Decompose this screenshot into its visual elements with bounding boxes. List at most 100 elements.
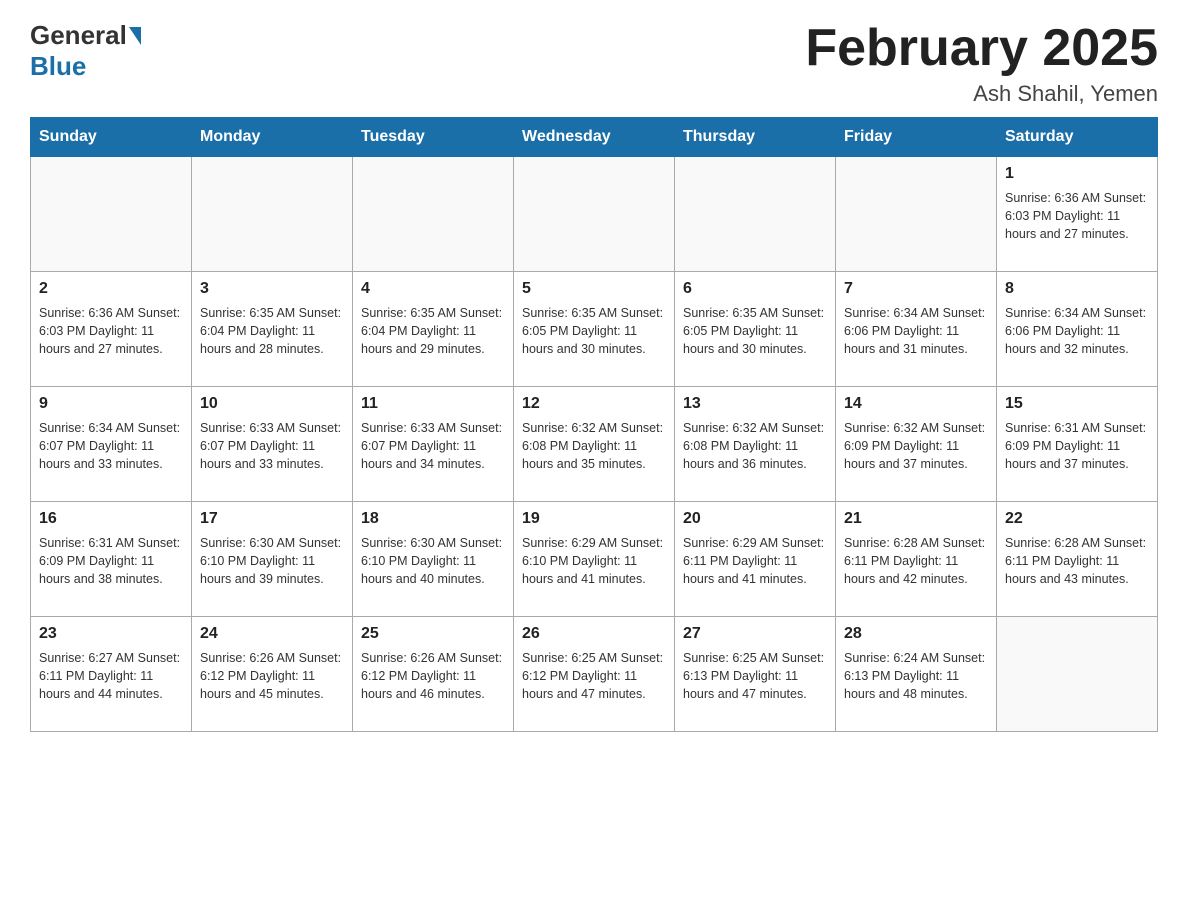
day-info: Sunrise: 6:29 AM Sunset: 6:11 PM Dayligh… — [683, 534, 827, 588]
calendar-cell — [31, 157, 192, 272]
weekday-header-thursday: Thursday — [675, 118, 836, 157]
calendar-cell: 18 Sunrise: 6:30 AM Sunset: 6:10 PM Dayli… — [353, 502, 514, 617]
calendar-cell: 10 Sunrise: 6:33 AM Sunset: 6:07 PM Dayli… — [192, 387, 353, 502]
day-number: 15 — [1005, 393, 1149, 415]
weekday-header-saturday: Saturday — [997, 118, 1158, 157]
day-info: Sunrise: 6:32 AM Sunset: 6:08 PM Dayligh… — [683, 419, 827, 473]
day-info: Sunrise: 6:33 AM Sunset: 6:07 PM Dayligh… — [200, 419, 344, 473]
day-number: 26 — [522, 623, 666, 645]
calendar-cell — [353, 157, 514, 272]
calendar-week-3: 9 Sunrise: 6:34 AM Sunset: 6:07 PM Daylig… — [31, 387, 1158, 502]
day-info: Sunrise: 6:26 AM Sunset: 6:12 PM Dayligh… — [200, 649, 344, 703]
day-info: Sunrise: 6:34 AM Sunset: 6:06 PM Dayligh… — [844, 304, 988, 358]
day-number: 2 — [39, 278, 183, 300]
day-number: 14 — [844, 393, 988, 415]
location-label: Ash Shahil, Yemen — [805, 81, 1158, 107]
weekday-header-sunday: Sunday — [31, 118, 192, 157]
day-number: 27 — [683, 623, 827, 645]
day-number: 24 — [200, 623, 344, 645]
day-number: 23 — [39, 623, 183, 645]
day-number: 20 — [683, 508, 827, 530]
day-number: 3 — [200, 278, 344, 300]
day-info: Sunrise: 6:35 AM Sunset: 6:05 PM Dayligh… — [683, 304, 827, 358]
calendar-cell: 20 Sunrise: 6:29 AM Sunset: 6:11 PM Dayli… — [675, 502, 836, 617]
calendar-cell: 13 Sunrise: 6:32 AM Sunset: 6:08 PM Dayli… — [675, 387, 836, 502]
calendar-cell: 6 Sunrise: 6:35 AM Sunset: 6:05 PM Daylig… — [675, 272, 836, 387]
day-number: 10 — [200, 393, 344, 415]
calendar-table: SundayMondayTuesdayWednesdayThursdayFrid… — [30, 117, 1158, 732]
calendar-cell: 22 Sunrise: 6:28 AM Sunset: 6:11 PM Dayli… — [997, 502, 1158, 617]
day-info: Sunrise: 6:26 AM Sunset: 6:12 PM Dayligh… — [361, 649, 505, 703]
day-number: 12 — [522, 393, 666, 415]
day-info: Sunrise: 6:34 AM Sunset: 6:07 PM Dayligh… — [39, 419, 183, 473]
calendar-cell: 26 Sunrise: 6:25 AM Sunset: 6:12 PM Dayli… — [514, 617, 675, 732]
day-number: 25 — [361, 623, 505, 645]
day-number: 18 — [361, 508, 505, 530]
logo-arrow-icon — [129, 27, 141, 45]
calendar-cell: 5Sunrise: 6:35 AM Sunset: 6:05 PM Daylig… — [514, 272, 675, 387]
day-number: 21 — [844, 508, 988, 530]
calendar-cell — [192, 157, 353, 272]
calendar-cell: 9 Sunrise: 6:34 AM Sunset: 6:07 PM Daylig… — [31, 387, 192, 502]
calendar-cell: 11 Sunrise: 6:33 AM Sunset: 6:07 PM Dayli… — [353, 387, 514, 502]
calendar-cell: 23 Sunrise: 6:27 AM Sunset: 6:11 PM Dayli… — [31, 617, 192, 732]
calendar-cell: 2Sunrise: 6:36 AM Sunset: 6:03 PM Daylig… — [31, 272, 192, 387]
logo-blue-text: Blue — [30, 51, 86, 81]
calendar-cell: 7 Sunrise: 6:34 AM Sunset: 6:06 PM Daylig… — [836, 272, 997, 387]
day-info: Sunrise: 6:36 AM Sunset: 6:03 PM Dayligh… — [1005, 189, 1149, 243]
day-number: 19 — [522, 508, 666, 530]
day-info: Sunrise: 6:27 AM Sunset: 6:11 PM Dayligh… — [39, 649, 183, 703]
day-info: Sunrise: 6:33 AM Sunset: 6:07 PM Dayligh… — [361, 419, 505, 473]
calendar-cell: 15 Sunrise: 6:31 AM Sunset: 6:09 PM Dayli… — [997, 387, 1158, 502]
day-number: 11 — [361, 393, 505, 415]
calendar-cell — [836, 157, 997, 272]
day-info: Sunrise: 6:32 AM Sunset: 6:08 PM Dayligh… — [522, 419, 666, 473]
day-number: 5 — [522, 278, 666, 300]
day-number: 7 — [844, 278, 988, 300]
calendar-cell — [514, 157, 675, 272]
day-info: Sunrise: 6:30 AM Sunset: 6:10 PM Dayligh… — [200, 534, 344, 588]
calendar-cell: 12 Sunrise: 6:32 AM Sunset: 6:08 PM Dayli… — [514, 387, 675, 502]
day-number: 16 — [39, 508, 183, 530]
calendar-cell: 3 Sunrise: 6:35 AM Sunset: 6:04 PM Daylig… — [192, 272, 353, 387]
day-number: 6 — [683, 278, 827, 300]
day-info: Sunrise: 6:29 AM Sunset: 6:10 PM Dayligh… — [522, 534, 666, 588]
page-header: General Blue February 2025 Ash Shahil, Y… — [30, 20, 1158, 107]
calendar-cell: 16 Sunrise: 6:31 AM Sunset: 6:09 PM Dayli… — [31, 502, 192, 617]
weekday-header-row: SundayMondayTuesdayWednesdayThursdayFrid… — [31, 118, 1158, 157]
day-info: Sunrise: 6:25 AM Sunset: 6:12 PM Dayligh… — [522, 649, 666, 703]
calendar-week-1: 1Sunrise: 6:36 AM Sunset: 6:03 PM Daylig… — [31, 157, 1158, 272]
calendar-body: 1Sunrise: 6:36 AM Sunset: 6:03 PM Daylig… — [31, 157, 1158, 732]
calendar-cell: 14 Sunrise: 6:32 AM Sunset: 6:09 PM Dayli… — [836, 387, 997, 502]
calendar-cell: 27Sunrise: 6:25 AM Sunset: 6:13 PM Dayli… — [675, 617, 836, 732]
day-info: Sunrise: 6:32 AM Sunset: 6:09 PM Dayligh… — [844, 419, 988, 473]
calendar-week-5: 23 Sunrise: 6:27 AM Sunset: 6:11 PM Dayli… — [31, 617, 1158, 732]
day-info: Sunrise: 6:31 AM Sunset: 6:09 PM Dayligh… — [39, 534, 183, 588]
day-info: Sunrise: 6:35 AM Sunset: 6:04 PM Dayligh… — [361, 304, 505, 358]
calendar-header: SundayMondayTuesdayWednesdayThursdayFrid… — [31, 118, 1158, 157]
calendar-cell: 8 Sunrise: 6:34 AM Sunset: 6:06 PM Daylig… — [997, 272, 1158, 387]
day-number: 22 — [1005, 508, 1149, 530]
day-info: Sunrise: 6:30 AM Sunset: 6:10 PM Dayligh… — [361, 534, 505, 588]
weekday-header-monday: Monday — [192, 118, 353, 157]
calendar-week-2: 2Sunrise: 6:36 AM Sunset: 6:03 PM Daylig… — [31, 272, 1158, 387]
logo-general-text: General — [30, 20, 127, 51]
day-number: 9 — [39, 393, 183, 415]
day-number: 28 — [844, 623, 988, 645]
day-info: Sunrise: 6:35 AM Sunset: 6:04 PM Dayligh… — [200, 304, 344, 358]
weekday-header-friday: Friday — [836, 118, 997, 157]
calendar-cell — [997, 617, 1158, 732]
calendar-cell: 21Sunrise: 6:28 AM Sunset: 6:11 PM Dayli… — [836, 502, 997, 617]
logo: General Blue — [30, 20, 143, 82]
calendar-cell: 25 Sunrise: 6:26 AM Sunset: 6:12 PM Dayli… — [353, 617, 514, 732]
day-info: Sunrise: 6:24 AM Sunset: 6:13 PM Dayligh… — [844, 649, 988, 703]
weekday-header-tuesday: Tuesday — [353, 118, 514, 157]
day-info: Sunrise: 6:28 AM Sunset: 6:11 PM Dayligh… — [1005, 534, 1149, 588]
day-info: Sunrise: 6:34 AM Sunset: 6:06 PM Dayligh… — [1005, 304, 1149, 358]
day-number: 13 — [683, 393, 827, 415]
title-area: February 2025 Ash Shahil, Yemen — [805, 20, 1158, 107]
calendar-cell: 28 Sunrise: 6:24 AM Sunset: 6:13 PM Dayli… — [836, 617, 997, 732]
day-number: 8 — [1005, 278, 1149, 300]
day-info: Sunrise: 6:31 AM Sunset: 6:09 PM Dayligh… — [1005, 419, 1149, 473]
calendar-cell — [675, 157, 836, 272]
